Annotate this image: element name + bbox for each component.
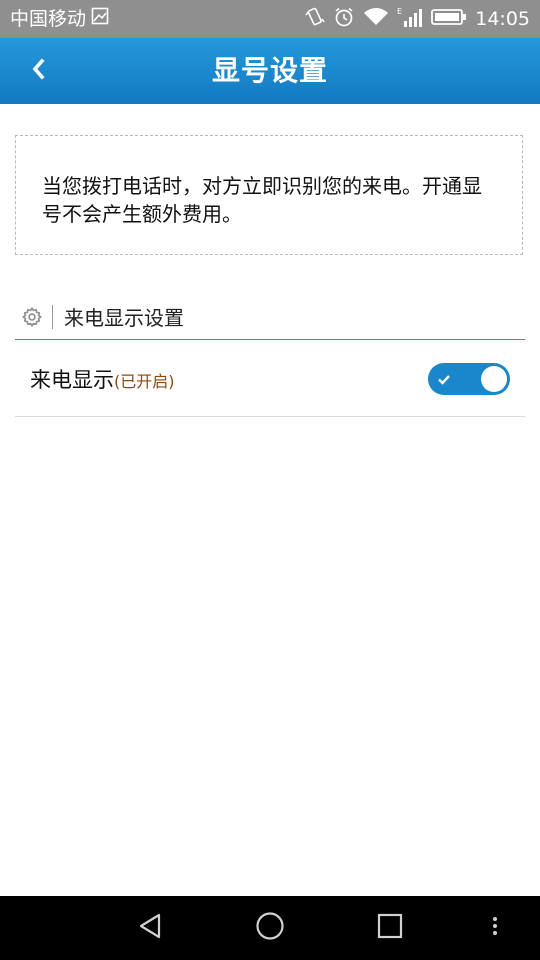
signal-icon: E [397,6,423,32]
gear-icon [21,306,43,328]
toggle-knob [481,366,507,392]
section-header: 来电显示设置 [15,298,525,340]
status-time: 14:05 [475,8,530,30]
image-icon [91,7,109,31]
carrier-name: 中国移动 [10,8,87,30]
nav-recents-button[interactable] [372,910,408,946]
wifi-icon [363,7,389,31]
alarm-icon [333,6,355,32]
nav-back-button[interactable] [132,910,168,946]
status-bar: 中国移动 E 14:05 [0,0,540,38]
nav-bar [0,896,540,960]
section-title: 来电显示设置 [64,306,184,330]
caller-id-setting-row: 来电显示(已开启) [15,341,525,417]
battery-icon [431,8,467,30]
vibrate-icon [305,6,325,32]
home-circle-icon [255,911,285,945]
back-triangle-icon [137,912,163,944]
recents-square-icon [377,913,403,943]
status-icons: E 14:05 [297,6,530,32]
info-text: 当您拨打电话时，对方立即识别您的来电。开通显号不会产生额外费用。 [42,174,482,226]
status-carrier-group: 中国移动 [10,7,109,31]
caller-id-toggle[interactable] [428,363,510,395]
page-title: 显号设置 [211,54,328,87]
app-header: 显号设置 [0,38,540,104]
checkmark-icon [432,367,456,391]
nav-home-button[interactable] [252,910,288,946]
svg-text:E: E [397,7,402,16]
section-divider [52,305,53,329]
setting-status: (已开启) [114,372,175,391]
info-box: 当您拨打电话时，对方立即识别您的来电。开通显号不会产生额外费用。 [15,135,523,255]
setting-label-group: 来电显示(已开启) [30,366,175,396]
more-dots-icon [491,914,499,942]
screen: 中国移动 E 14:05 显号设置 当您拨打电话时，对方立即识别您的来电。开通显… [0,0,540,960]
nav-more-button[interactable] [477,910,513,946]
setting-label: 来电显示 [30,368,114,392]
